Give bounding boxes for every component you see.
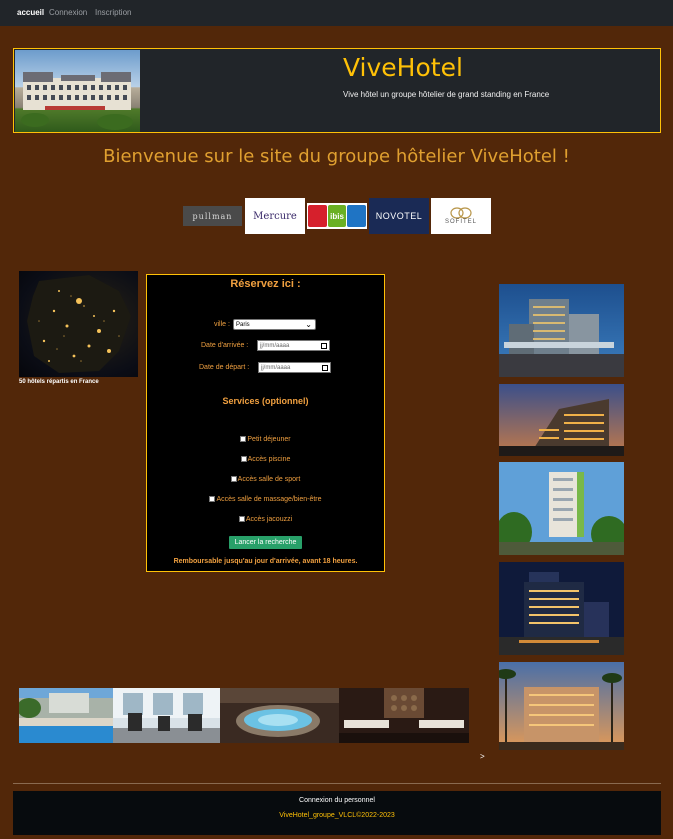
sofitel-emblem-icon [450,207,472,219]
mercure-logo: Mercure [245,198,305,234]
staff-login-link[interactable]: Connexion du personnel [13,797,661,804]
sofitel-logo-text: SOFITEL [444,219,477,225]
breakfast-checkbox[interactable] [240,436,247,443]
welcome-heading: Bienvenue sur le site du groupe hôtelier… [103,146,570,167]
hotel-photo-4 [499,562,624,655]
chevron-down-icon: ⌄ [305,320,312,329]
footer: Connexion du personnel VivеHotel_groupe_… [13,791,661,835]
pool-checkbox[interactable] [240,456,247,463]
nav-inscription[interactable]: Inscription [95,8,131,17]
hotel-photo-2 [499,384,624,456]
calendar-icon[interactable] [322,365,328,371]
service-label: Accès piscine [247,456,291,463]
service-label: Accès salle de sport [237,476,301,483]
city-select[interactable]: Paris ⌄ [233,319,316,330]
header-banner: ViveHotel Vive hôtel un groupe hôtelier … [13,48,661,133]
ibis-logo: ibis [307,203,367,229]
france-caption: 50 hôtels répartis en France [19,379,99,385]
arrival-label: Date d'arrivée : [201,342,249,349]
ibis-logo-text: ibis [330,211,344,221]
gym-photo [113,688,220,743]
service-row-breakfast: Petit déjeuner [147,436,384,443]
pool-photo [19,688,113,743]
hotel-photo-3 [499,462,624,555]
departure-label: Date de départ : [199,364,250,371]
navbar: accueil Connexion Inscription [0,0,673,26]
refund-note: Remboursable jusqu'au jour d'arrivée, av… [173,558,358,565]
services-title: Services (optionnel) [222,396,309,406]
site-subtitle: Vive hôtel un groupe hôtelier de grand s… [343,90,550,99]
city-label: ville : [214,321,230,328]
service-label: Petit déjeuner [247,436,291,443]
hotel-header-image [15,50,140,132]
site-title: ViveHotel [343,53,463,82]
copyright-text: VivеHotel_groupe_VLCL©2022-2023 [279,812,395,819]
form-title: Réservez ici : [230,278,301,290]
massage-checkbox[interactable] [209,496,216,503]
arrival-date-input[interactable]: jj/mm/aaaa [257,340,330,351]
pullman-logo-text: pullman [192,211,233,221]
hotel-photo-5 [499,662,624,750]
mercure-logo-text: Mercure [253,210,297,222]
service-row-gym: Accès salle de sport [147,476,384,483]
ibis-red-block [308,205,327,227]
reservation-form: Réservez ici : ville : Paris ⌄ Date d'ar… [146,274,385,572]
jacuzzi-photo [220,688,339,743]
service-row-massage: Accès salle de massage/bien-être [147,496,384,503]
calendar-icon[interactable] [321,343,327,349]
service-label: Accès salle de massage/bien-être [216,496,322,503]
gym-checkbox[interactable] [230,476,237,483]
jacuzzi-checkbox[interactable] [238,516,245,523]
city-select-value: Paris [236,322,250,328]
arrival-date-placeholder: jj/mm/aaaa [260,343,290,349]
service-row-pool: Accès piscine [147,456,384,463]
novotel-logo-text: NOVOTEL [375,211,423,221]
search-submit-button[interactable]: Lancer la recherche [229,536,302,549]
footer-divider [13,783,661,784]
sofitel-logo: SOFITEL [431,198,491,234]
nav-accueil[interactable]: accueil [17,8,44,17]
spa-photo [339,688,469,743]
service-label: Accès jacouzzi [245,516,293,523]
nav-connexion[interactable]: Connexion [49,8,87,17]
france-night-map-image [19,271,138,377]
pullman-logo: pullman [183,206,242,226]
departure-date-input[interactable]: jj/mm/aaaa [258,362,331,373]
carousel-next-button[interactable]: > [480,752,485,761]
service-row-jacuzzi: Accès jacouzzi [147,516,384,523]
hotel-photo-1 [499,284,624,377]
novotel-logo: NOVOTEL [369,198,429,234]
departure-date-placeholder: jj/mm/aaaa [261,365,291,371]
ibis-blue-block [347,205,366,227]
